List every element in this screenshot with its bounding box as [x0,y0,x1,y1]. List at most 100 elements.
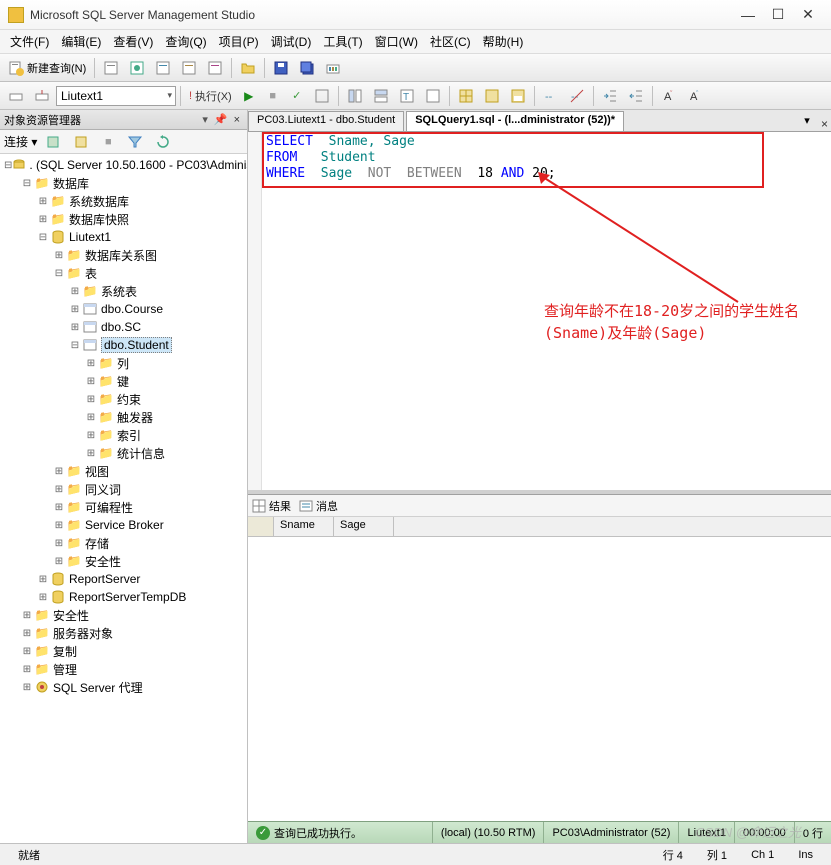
tree-toggle[interactable]: ⊞ [20,682,34,693]
open-button[interactable] [236,57,260,79]
connect-icon-2[interactable] [69,131,93,153]
dropdown-icon[interactable]: ▾ [199,113,211,126]
menu-item[interactable]: 窗口(W) [369,31,424,52]
tree-toggle[interactable]: ⊞ [68,286,82,297]
tb-activity-icon[interactable] [321,57,345,79]
tb-icon-4[interactable] [177,57,201,79]
results-file-button[interactable] [506,85,530,107]
tree-toggle[interactable]: ⊞ [36,196,50,207]
tree-keys[interactable]: 键 [117,373,129,390]
tree-reportserver[interactable]: ReportServer [69,572,140,586]
tree-sysdb[interactable]: 系统数据库 [69,193,129,210]
new-query-button[interactable]: 新建查询(N) [4,57,90,79]
tree-root[interactable]: . (SQL Server 10.50.1600 - PC03\Administ [29,158,247,172]
tree-toggle[interactable]: ⊞ [68,304,82,315]
tree-toggle[interactable]: ⊞ [20,664,34,675]
tree-toggle[interactable]: ⊞ [52,520,66,531]
connect-icon-3[interactable]: ■ [97,131,119,153]
tree-views[interactable]: 视图 [85,463,109,480]
tree-toggle[interactable]: ⊞ [84,358,98,369]
save-all-button[interactable] [295,57,319,79]
tree-liutext1[interactable]: Liutext1 [69,230,111,244]
connect-button[interactable]: 连接 ▾ [4,133,37,150]
tree-toggle[interactable]: ⊞ [20,646,34,657]
tree-toggle[interactable]: ⊞ [36,214,50,225]
tree-toggle[interactable]: ⊞ [52,250,66,261]
tb-q-icon-1[interactable] [4,85,28,107]
comment-button[interactable]: -- [539,85,563,107]
tb-icon-5[interactable] [203,57,227,79]
tb-icon-3[interactable] [151,57,175,79]
grid-col-sname[interactable]: Sname [274,517,334,536]
uncomment-button[interactable]: -- [565,85,589,107]
tree-snapshots[interactable]: 数据库快照 [69,211,129,228]
close-panel-icon[interactable]: × [231,114,243,126]
tree-toggle[interactable]: ⊞ [84,430,98,441]
tree-toggle[interactable]: ⊞ [84,448,98,459]
results-tab-grid[interactable]: 结果 [252,498,291,514]
menu-item[interactable]: 文件(F) [4,31,55,52]
tab-close-icon[interactable]: × [818,117,831,131]
tb-icon-2[interactable] [125,57,149,79]
menu-item[interactable]: 调试(D) [265,31,318,52]
debug-button[interactable]: ▶ [238,85,260,107]
tree-security-db[interactable]: 安全性 [85,553,121,570]
tree-toggle[interactable]: ⊞ [84,394,98,405]
menu-item[interactable]: 查询(Q) [159,31,212,52]
tree-tables[interactable]: 表 [85,265,97,282]
filter-icon[interactable] [123,131,147,153]
tree-toggle[interactable]: ⊞ [52,484,66,495]
tb-q-icon-4[interactable] [343,85,367,107]
tree-agent[interactable]: SQL Server 代理 [53,679,143,696]
tree-toggle[interactable]: ⊟ [68,340,82,351]
tree-toggle[interactable]: ⊟ [52,268,66,279]
tree-toggle[interactable]: ⊟ [4,160,12,171]
tree-toggle[interactable]: ⊞ [36,574,50,585]
tree-toggle[interactable]: ⊞ [36,592,50,603]
tree-synonyms[interactable]: 同义词 [85,481,121,498]
tb-icon-1[interactable] [99,57,123,79]
results-grid-button[interactable] [454,85,478,107]
tree-toggle[interactable]: ⊞ [84,376,98,387]
tb-q-icon-b[interactable]: Aˆ [683,85,707,107]
sql-editor[interactable]: SELECT Sname, Sage FROM Student WHERE Sa… [248,132,831,490]
parse-button[interactable]: ✓ [286,85,308,107]
tb-q-icon-7[interactable] [421,85,445,107]
indent-button[interactable] [598,85,622,107]
tree-toggle[interactable]: ⊞ [20,628,34,639]
menu-item[interactable]: 社区(C) [424,31,477,52]
tree-reportservertemp[interactable]: ReportServerTempDB [69,590,186,604]
tree-toggle[interactable]: ⊞ [20,610,34,621]
results-grid[interactable]: Sname Sage [248,517,831,821]
tree-toggle[interactable]: ⊟ [36,232,50,243]
maximize-button[interactable]: ☐ [763,4,793,26]
tree-diagrams[interactable]: 数据库关系图 [85,247,157,264]
menu-item[interactable]: 编辑(E) [55,31,107,52]
database-selector[interactable]: Liutext1 [56,86,176,106]
execute-button[interactable]: ! 执行(X) [185,85,236,107]
results-tab-messages[interactable]: 消息 [299,498,338,514]
tree-indexes[interactable]: 索引 [117,427,141,444]
menu-item[interactable]: 帮助(H) [477,31,530,52]
tree-replication[interactable]: 复制 [53,643,77,660]
menu-item[interactable]: 查看(V) [107,31,159,52]
tb-q-icon-6[interactable]: T [395,85,419,107]
tb-q-icon-5[interactable] [369,85,393,107]
tree-constraints[interactable]: 约束 [117,391,141,408]
tree-sc[interactable]: dbo.SC [101,320,141,334]
pin-icon[interactable]: 📌 [211,113,231,126]
minimize-button[interactable]: — [733,4,763,26]
tree-toggle[interactable]: ⊟ [20,178,34,189]
tab-student[interactable]: PC03.Liutext1 - dbo.Student [248,111,404,131]
tree-security[interactable]: 安全性 [53,607,89,624]
tree-toggle[interactable]: ⊞ [68,322,82,333]
tree-programmability[interactable]: 可编程性 [85,499,133,516]
tree-databases[interactable]: 数据库 [53,175,89,192]
grid-row-selector[interactable] [248,517,274,536]
menu-item[interactable]: 项目(P) [213,31,265,52]
tree-server-objects[interactable]: 服务器对象 [53,625,113,642]
tree-course[interactable]: dbo.Course [101,302,163,316]
close-button[interactable]: ✕ [793,4,823,26]
tree-student[interactable]: dbo.Student [101,337,172,353]
results-text-button[interactable] [480,85,504,107]
